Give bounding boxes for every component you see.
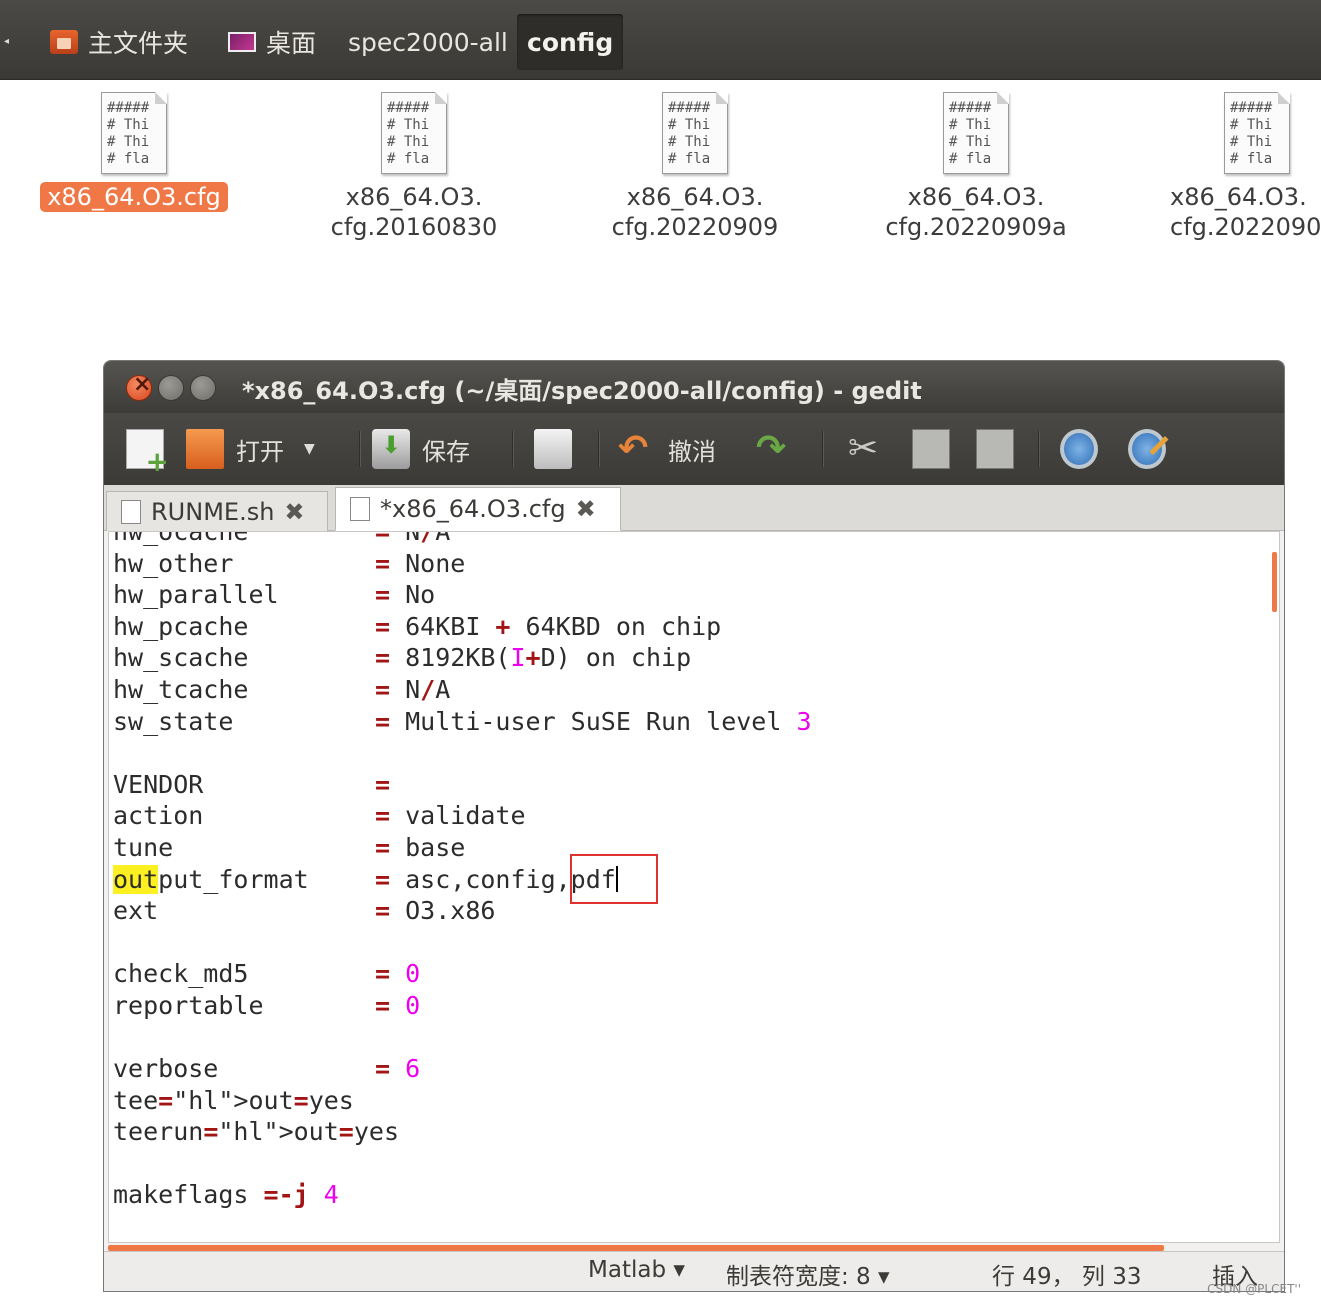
desktop-icon [228, 32, 256, 52]
editor-line: teerun="hl">out=yes [113, 1117, 400, 1147]
new-document-button[interactable] [126, 427, 176, 478]
text-file-icon [121, 499, 141, 524]
text-file-icon: ##### # Thi # Thi # fla [1224, 92, 1290, 174]
file-name: x86_64.O3. cfg.2022090 [1170, 183, 1321, 241]
cut-button[interactable]: ✂ [848, 427, 898, 471]
editor-line: tune = base [113, 832, 466, 862]
text-file-icon: ##### # Thi # Thi # fla [101, 92, 167, 174]
save-icon [372, 429, 410, 469]
close-tab-icon[interactable]: ✖ [284, 498, 304, 526]
close-window-button[interactable] [126, 372, 152, 401]
text-file-icon [350, 497, 370, 521]
editor-line: reportable = 0 [113, 990, 421, 1020]
editor-line: action = validate [113, 801, 526, 831]
replace-button[interactable] [1128, 427, 1178, 471]
undo-button[interactable]: ↶ 撤消 [618, 427, 716, 471]
open-folder-icon [186, 429, 224, 469]
tab-runme-sh[interactable]: RUNME.sh ✖ [106, 491, 328, 531]
file-name: x86_64.O3. cfg.20220909 [611, 183, 779, 241]
breadcrumb-desktop[interactable]: 桌面 [218, 14, 326, 70]
editor-line: hw_tcache = N/A [113, 674, 451, 704]
cursor-position: 行 49， 列 33 [992, 1264, 1142, 1290]
copy-button[interactable] [912, 427, 962, 471]
annotation-box [570, 854, 658, 904]
file-name: x86_64.O3.cfg [14, 182, 254, 212]
document-tabs: RUNME.sh ✖ *x86_64.O3.cfg ✖ [104, 485, 1284, 531]
toolbar: 打开 ▼ 保存 ↶ 撤消 ↷ ✂ [104, 413, 1284, 485]
breadcrumb-config[interactable]: config [517, 14, 624, 70]
save-button[interactable]: 保存 [372, 427, 470, 471]
redo-button[interactable]: ↷ [756, 427, 806, 471]
paste-icon [976, 429, 1014, 469]
editor-line: hw_parallel = No [113, 580, 436, 610]
editor-line: ext = O3.x86 [113, 896, 496, 926]
watermark: CSDN @PLCET'' [1207, 1282, 1301, 1296]
editor-line: sw_state = Multi-user SuSE Run level 3 [113, 706, 812, 736]
copy-icon [912, 429, 950, 469]
open-button[interactable]: 打开 ▼ [186, 427, 315, 471]
new-document-icon [126, 429, 169, 478]
file-name: x86_64.O3. cfg.20220909a [885, 183, 1067, 241]
text-file-icon: ##### # Thi # Thi # fla [381, 92, 447, 174]
title-bar[interactable]: *x86_64.O3.cfg (~/桌面/spec2000-all/config… [104, 361, 1284, 413]
file-item[interactable]: ##### # Thi # Thi # fla x86_64.O3. cfg.20… [294, 92, 534, 242]
editor-line: hw_ocache = N/A [113, 531, 451, 546]
toolbar-separator [1038, 431, 1040, 467]
editor-line: VENDOR = [113, 769, 391, 799]
file-item[interactable]: ##### # Thi # Thi # fla x86_64.O3. cfg.20… [575, 92, 815, 242]
vertical-scrollbar[interactable] [1272, 552, 1277, 612]
editor-lines: hw_ocache = N/A hw_other = None hw_parallel =… [113, 531, 812, 1211]
text-file-icon: ##### # Thi # Thi # fla [662, 92, 728, 174]
minimize-window-button[interactable] [158, 375, 184, 401]
magnifier-icon [1060, 429, 1098, 469]
chevron-down-icon[interactable]: ▼ [304, 441, 315, 457]
file-item[interactable]: ##### # Thi # Thi # fla x86_64.O3.cfg [14, 92, 254, 212]
window-title: *x86_64.O3.cfg (~/桌面/spec2000-all/config… [242, 377, 922, 405]
editor-line: hw_scache = 8192KB(I+D) on chip [113, 643, 692, 673]
find-replace-icon [1128, 429, 1166, 469]
file-name: x86_64.O3. cfg.20160830 [330, 183, 498, 241]
redo-arrow-icon: ↷ [756, 428, 787, 469]
editor-line: check_md5 = 0 [113, 959, 421, 989]
text-editor[interactable]: hw_ocache = N/A hw_other = None hw_parallel =… [108, 531, 1280, 1243]
status-bar: Matlab ▾ 制表符宽度: 8 ▾ 行 49， 列 33 插入 [104, 1251, 1284, 1291]
file-manager-pathbar: ◂ 主文件夹 桌面 spec2000-all config [0, 0, 1321, 80]
editor-line: makeflags =-j 4 [113, 1180, 339, 1210]
undo-arrow-icon: ↶ [618, 428, 649, 469]
toolbar-separator [359, 431, 361, 467]
tab-x86-64-o3-cfg[interactable]: *x86_64.O3.cfg ✖ [335, 487, 621, 531]
toolbar-separator [512, 431, 514, 467]
toolbar-separator [822, 431, 824, 467]
text-file-icon: ##### # Thi # Thi # fla [943, 92, 1009, 174]
toolbar-separator [598, 431, 600, 467]
tab-width-selector[interactable]: 制表符宽度: 8 ▾ [726, 1257, 890, 1291]
scissors-icon: ✂ [848, 428, 879, 469]
paste-button[interactable] [976, 427, 1026, 471]
file-item[interactable]: ##### # Thi # Thi # fla x86_64.O3. cfg.20… [1136, 92, 1321, 242]
close-tab-icon[interactable]: ✖ [576, 495, 596, 523]
find-button[interactable] [1060, 427, 1110, 471]
maximize-window-button[interactable] [190, 375, 216, 401]
file-item[interactable]: ##### # Thi # Thi # fla x86_64.O3. cfg.20… [856, 92, 1096, 242]
editor-line: verbose = 6 [113, 1054, 421, 1084]
printer-icon [534, 429, 572, 469]
editor-line: tee="hl">out=yes [113, 1085, 354, 1115]
editor-line: hw_pcache = 64KBI + 64KBD on chip [113, 611, 722, 641]
gedit-window: *x86_64.O3.cfg (~/桌面/spec2000-all/config… [103, 360, 1285, 1292]
editor-line: hw_other = None [113, 548, 466, 578]
breadcrumb-spec2000-all[interactable]: spec2000-all [338, 14, 518, 70]
scroll-left-icon[interactable]: ◂ [4, 36, 9, 47]
breadcrumb-home[interactable]: 主文件夹 [40, 14, 198, 70]
language-selector[interactable]: Matlab ▾ [588, 1257, 685, 1283]
editor-line: output_format = asc,config,pdf [113, 864, 618, 894]
print-button[interactable] [534, 427, 584, 471]
home-folder-icon [50, 30, 78, 54]
